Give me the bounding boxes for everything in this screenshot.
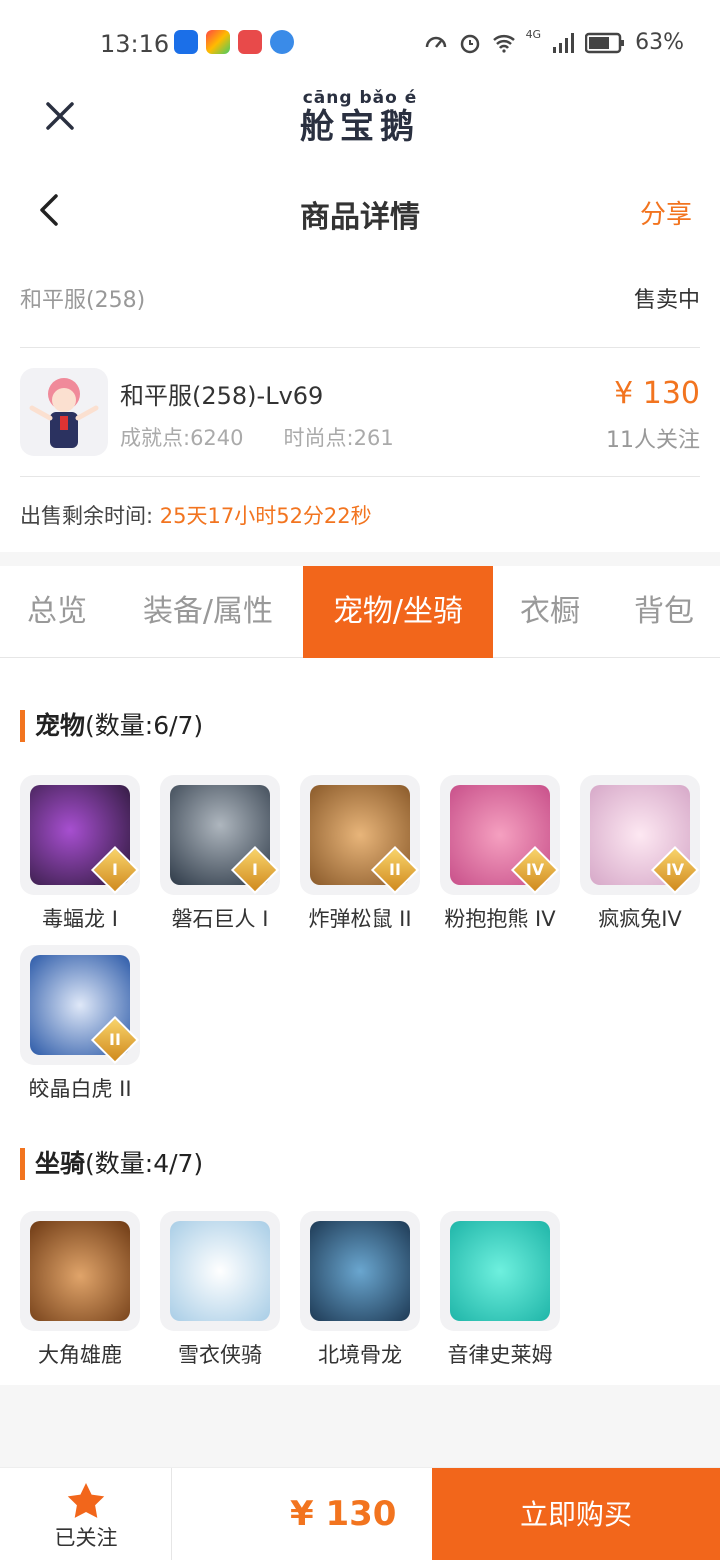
fashion-points: 时尚点:261 <box>283 426 394 450</box>
mount-name: 北境骨龙 <box>318 1343 402 1367</box>
product-stats: 成就点:6240 时尚点:261 <box>120 422 394 452</box>
follower-count: 11人关注 <box>606 428 700 453</box>
pet-item[interactable]: II 炸弹松鼠 II <box>300 775 420 933</box>
status-bar: 13:16 4G 63% <box>0 0 720 90</box>
buy-now-button[interactable]: 立即购买 <box>432 1468 720 1560</box>
tab-overview[interactable]: 总览 <box>0 566 114 658</box>
mount-item[interactable]: 大角雄鹿 <box>20 1211 140 1369</box>
pet-item[interactable]: II 皎晶白虎 II <box>20 945 140 1103</box>
mounts-count: (数量:4/7) <box>85 1149 204 1178</box>
tab-backpack[interactable]: 背包 <box>614 566 714 658</box>
character-avatar <box>20 368 108 456</box>
pet-item[interactable]: I 毒蝠龙 I <box>20 775 140 933</box>
follow-label: 已关注 <box>54 1526 118 1550</box>
app-header: cāng bǎo é 舱宝鹅 <box>0 80 720 160</box>
battery-percent: 63% <box>635 30 684 55</box>
battery-icon <box>585 32 625 53</box>
alarm-icon <box>460 34 479 53</box>
tab-pets-mounts[interactable]: 宠物/坐骑 <box>303 566 493 658</box>
wifi-icon <box>492 34 515 53</box>
pet-item[interactable]: IV 粉抱抱熊 IV <box>440 775 560 933</box>
remaining-time-value: 25天17小时52分22秒 <box>159 504 372 528</box>
mount-image <box>170 1221 270 1321</box>
pet-name: 炸弹松鼠 II <box>308 907 412 931</box>
product-price: ¥ 130 <box>614 376 700 411</box>
colorful-app-icon <box>206 30 230 54</box>
divider <box>20 476 700 477</box>
section-gap <box>0 552 720 566</box>
title-bar: 商品详情 分享 <box>0 170 720 250</box>
page-title: 商品详情 <box>300 200 420 235</box>
remaining-time: 出售剩余时间: 25天17小时52分22秒 <box>20 500 372 530</box>
follow-button[interactable]: 已关注 <box>0 1468 172 1560</box>
pet-name: 皎晶白虎 II <box>28 1077 132 1101</box>
status-indicators: 4G 63% <box>424 28 684 55</box>
status-time: 13:16 <box>100 30 170 58</box>
network-type: 4G <box>525 28 542 41</box>
mount-name: 音律史莱姆 <box>447 1343 553 1367</box>
pets-count: (数量:6/7) <box>85 711 204 740</box>
mount-name: 大角雄鹿 <box>38 1343 122 1367</box>
sale-status: 售卖中 <box>633 288 700 313</box>
mount-image <box>450 1221 550 1321</box>
detail-tabs: 总览 装备/属性 宠物/坐骑 衣橱 背包 <box>0 566 720 658</box>
pets-section-title: 宠物(数量:6/7) <box>20 710 203 742</box>
pet-item[interactable]: IV 疯疯兔IV <box>580 775 700 933</box>
mount-name: 雪衣侠骑 <box>178 1343 262 1367</box>
achievement-points: 成就点:6240 <box>120 426 244 450</box>
pet-item[interactable]: I 磐石巨人 I <box>160 775 280 933</box>
mounts-section-title: 坐骑(数量:4/7) <box>20 1148 203 1180</box>
tab-wardrobe[interactable]: 衣橱 <box>500 566 600 658</box>
signal-icon <box>553 32 575 53</box>
content-bottom-padding <box>0 1385 720 1467</box>
bottom-action-bar: 已关注 ¥ 130 立即购买 <box>0 1467 720 1560</box>
bulb-app-icon <box>174 30 198 54</box>
tab-equipment[interactable]: 装备/属性 <box>124 566 292 658</box>
bottom-price: ¥ 130 <box>290 1494 397 1534</box>
share-button[interactable]: 分享 <box>640 194 692 231</box>
pet-name: 粉抱抱熊 IV <box>444 907 556 931</box>
notification-icons <box>174 30 294 54</box>
data-speed-icon <box>425 36 446 48</box>
close-icon[interactable] <box>40 96 80 136</box>
pets-title: 宠物 <box>35 711 86 740</box>
product-summary[interactable]: 和平服(258)-Lv69 成就点:6240 时尚点:261 ¥ 130 11人… <box>20 360 700 464</box>
server-row: 和平服(258) 售卖中 <box>20 268 700 328</box>
mail-app-icon <box>238 30 262 54</box>
server-name: 和平服(258) <box>20 288 146 313</box>
mount-image <box>30 1221 130 1321</box>
mounts-title: 坐骑 <box>35 1149 86 1178</box>
star-icon <box>67 1483 105 1518</box>
pet-name: 疯疯兔IV <box>598 907 682 931</box>
product-name: 和平服(258)-Lv69 <box>120 382 324 410</box>
location-app-icon <box>270 30 294 54</box>
divider <box>20 347 700 348</box>
logo-pinyin: cāng bǎo é <box>302 88 418 108</box>
pet-name: 磐石巨人 I <box>171 907 269 931</box>
logo-text: 舱宝鹅 <box>300 107 420 147</box>
pet-name: 毒蝠龙 I <box>42 907 118 931</box>
mount-image <box>310 1221 410 1321</box>
mount-item[interactable]: 雪衣侠骑 <box>160 1211 280 1369</box>
mount-item[interactable]: 音律史莱姆 <box>440 1211 560 1369</box>
app-logo: cāng bǎo é 舱宝鹅 <box>290 88 430 146</box>
remaining-time-label: 出售剩余时间: <box>20 504 154 528</box>
mount-item[interactable]: 北境骨龙 <box>300 1211 420 1369</box>
